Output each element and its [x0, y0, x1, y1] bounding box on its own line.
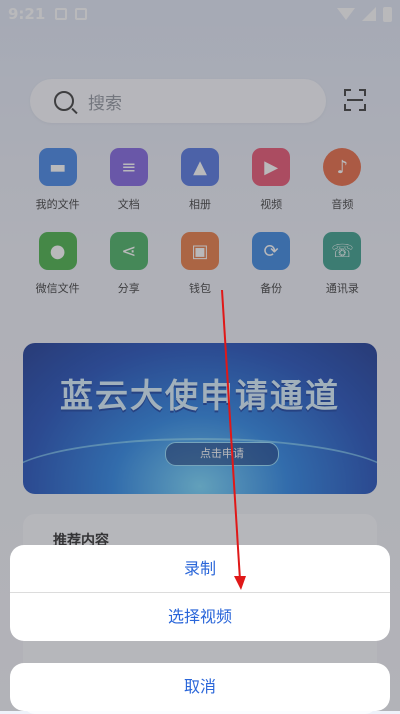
choose-video-option[interactable]: 选择视频	[10, 593, 390, 640]
record-option[interactable]: 录制	[10, 545, 390, 592]
cancel-button[interactable]: 取消	[10, 663, 390, 711]
action-sheet: 录制 选择视频	[10, 545, 390, 641]
